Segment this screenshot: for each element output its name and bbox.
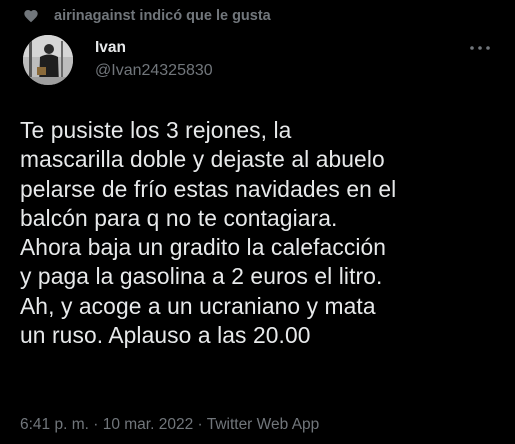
tweet-text: Te pusiste los 3 rejones, la mascarilla … <box>20 116 500 350</box>
tweet-line: un ruso. Aplauso a las 20.00 <box>20 322 311 349</box>
tweet-line: Te pusiste los 3 rejones, la <box>20 117 292 143</box>
tweet-line: y paga la gasolina a 2 euros el litro. <box>20 263 383 290</box>
social-context-text: airinagainst indicó que le gusta <box>54 8 271 24</box>
tweet-line: Ahora baja un gradito la calefacción <box>20 234 387 261</box>
author-handle[interactable]: @Ivan24325830 <box>95 60 213 82</box>
avatar[interactable] <box>23 35 73 85</box>
tweet-line: balcón para q no te contagiara. <box>20 204 338 231</box>
tweet-source[interactable]: Twitter Web App <box>207 416 320 433</box>
tweet-date[interactable]: 10 mar. 2022 <box>103 416 193 433</box>
tweet-time[interactable]: 6:41 p. m. <box>20 416 89 433</box>
social-context[interactable]: airinagainst indicó que le gusta <box>23 6 271 26</box>
tweet-author[interactable]: Ivan @Ivan24325830 <box>95 38 213 82</box>
tweet-line: pelarse de frío estas navidades en el <box>20 175 397 202</box>
author-display-name[interactable]: Ivan <box>95 38 213 58</box>
meta-separator: · <box>88 416 103 433</box>
meta-separator: · <box>193 416 207 433</box>
more-options-button[interactable] <box>467 40 493 56</box>
tweet-line: mascarilla doble y dejaste al abuelo <box>20 146 385 173</box>
tweet-metadata: 6:41 p. m. · 10 mar. 2022 · Twitter Web … <box>20 416 319 434</box>
heart-icon <box>23 8 39 24</box>
tweet-line: Ah, y acoge a un ucraniano y mata <box>20 292 376 319</box>
more-dots-icon <box>469 45 491 51</box>
